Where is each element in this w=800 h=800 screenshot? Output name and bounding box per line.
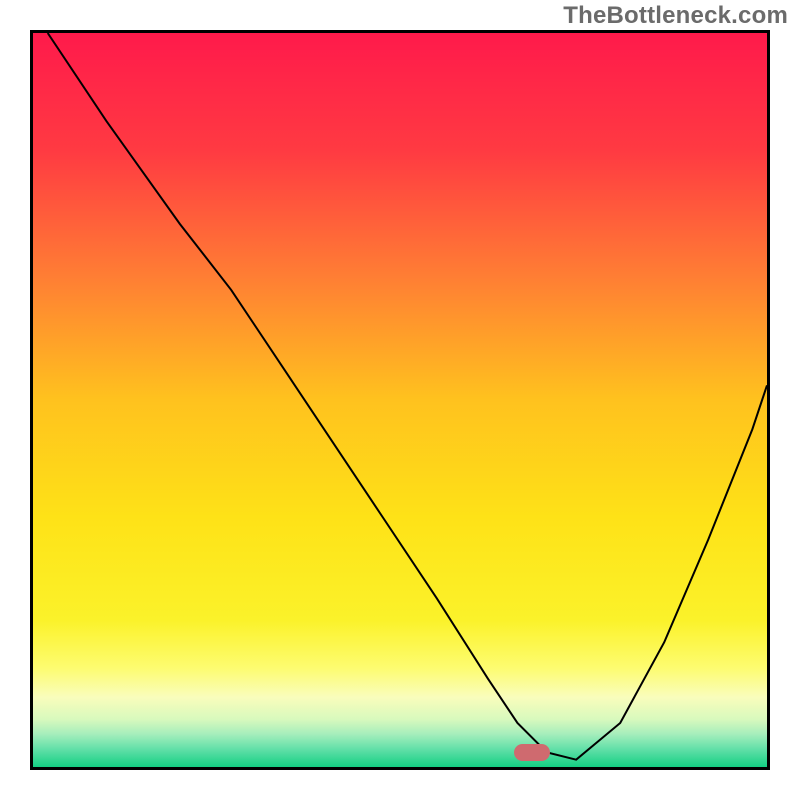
selected-point-marker [514, 744, 551, 762]
watermark-text: TheBottleneck.com [563, 2, 788, 30]
chart-container: TheBottleneck.com [0, 0, 800, 800]
plot-area [30, 30, 770, 770]
bottleneck-curve [33, 33, 767, 767]
